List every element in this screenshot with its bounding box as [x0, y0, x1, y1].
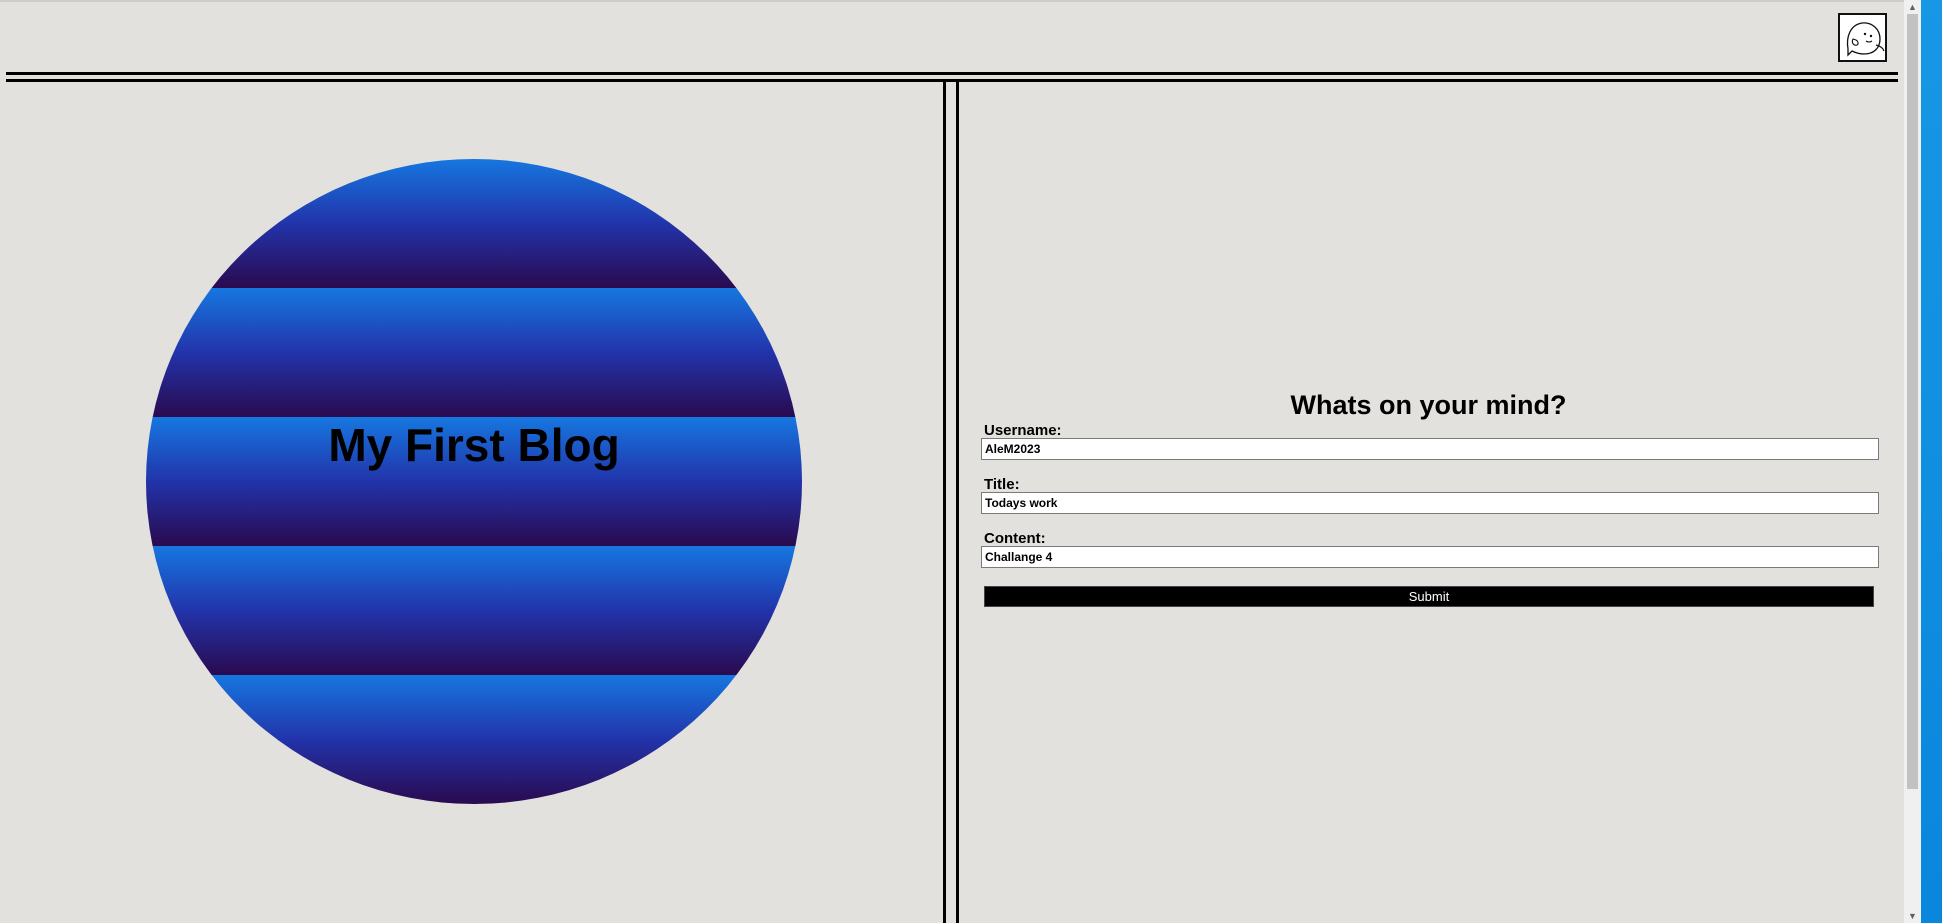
- desktop-background-strip: [1921, 0, 1942, 923]
- username-input[interactable]: [981, 438, 1879, 460]
- form-heading: Whats on your mind?: [1290, 390, 1567, 420]
- scrollbar-thumb[interactable]: [1907, 14, 1918, 789]
- header-divider-top: [6, 72, 1898, 75]
- title-input[interactable]: [981, 492, 1879, 514]
- chevron-up-icon[interactable]: ▲: [1904, 0, 1921, 14]
- chevron-down-icon[interactable]: ▼: [1904, 909, 1921, 923]
- panel-divider-left: [943, 82, 946, 923]
- submit-button[interactable]: Submit: [984, 586, 1874, 607]
- site-header: [0, 2, 1904, 72]
- content-label: Content:: [984, 530, 1046, 547]
- title-label: Title:: [984, 476, 1020, 493]
- blog-banner-panel: My First Blog: [0, 82, 943, 923]
- content-input[interactable]: [981, 546, 1879, 568]
- blog-banner-circle: My First Blog: [146, 159, 802, 804]
- page: My First Blog Whats on your mind? Userna…: [0, 0, 1942, 923]
- username-label: Username:: [984, 422, 1062, 439]
- ghost-icon[interactable]: [1838, 13, 1887, 62]
- blog-title: My First Blog: [328, 419, 620, 471]
- post-form-panel: Whats on your mind? Username: Title: Con…: [959, 82, 1898, 923]
